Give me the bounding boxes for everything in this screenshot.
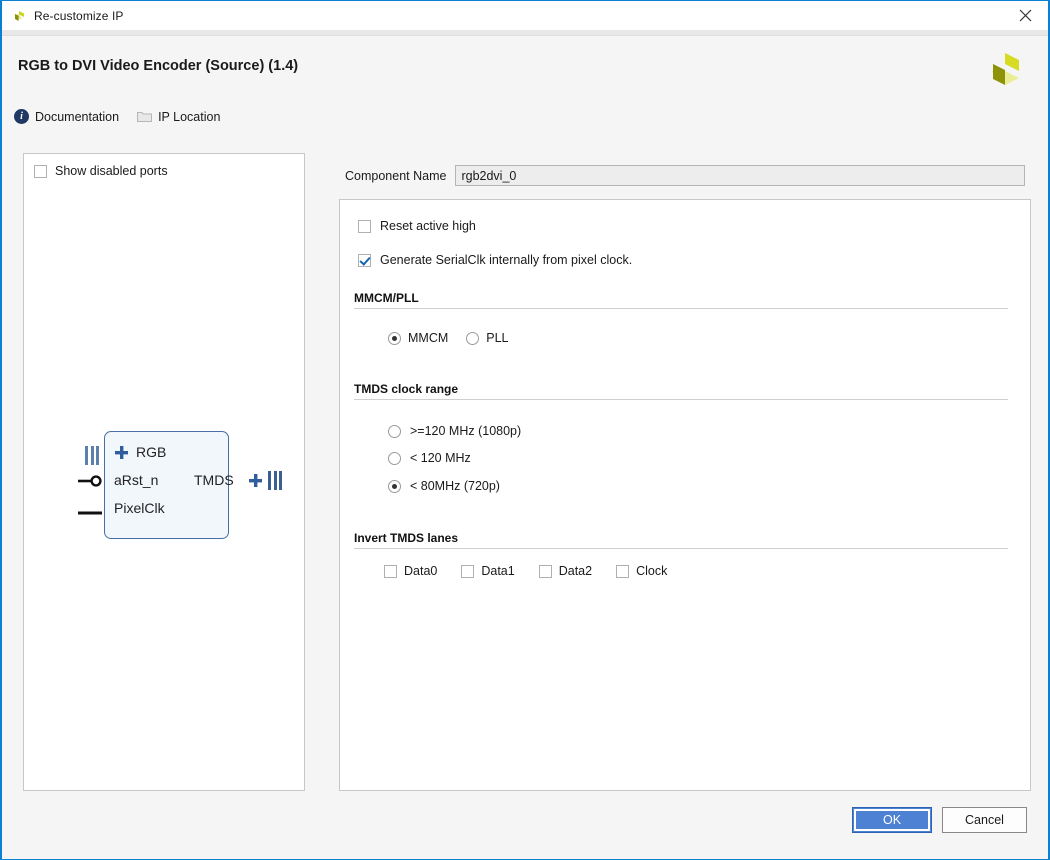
checkbox-data1-label: Data1 [481, 564, 515, 578]
header-links: i Documentation IP Location [14, 109, 220, 124]
title-bar-separator [2, 30, 1048, 36]
port-label-pixelclk: PixelClk [114, 500, 165, 516]
radio-tmds-under120-label: < 120 MHz [410, 451, 471, 465]
rgb-bus-marker [85, 446, 99, 465]
radio-tmds-1080p[interactable]: >=120 MHz (1080p) [388, 424, 521, 438]
documentation-link[interactable]: i Documentation [14, 109, 119, 124]
invert-tmds-lanes-section-header: Invert TMDS lanes [354, 531, 459, 545]
xilinx-small-icon [11, 8, 27, 24]
checkbox-data2-label: Data2 [558, 564, 593, 578]
show-disabled-ports-box[interactable] [34, 164, 47, 178]
pixelclk-marker [78, 503, 104, 521]
component-name-input[interactable] [455, 165, 1026, 186]
radio-tmds-1080p-label: >=120 MHz (1080p) [410, 424, 522, 438]
checkbox-data1-box[interactable] [461, 564, 475, 578]
checkbox-clock-label: Clock [636, 564, 668, 578]
radio-mmcm[interactable]: MMCM [388, 331, 448, 345]
arst-n-inverted-marker [78, 474, 106, 493]
re-customize-ip-dialog: Re-customize IP RGB to DVI Video Encoder… [0, 0, 1050, 860]
reset-active-high-box[interactable] [358, 219, 371, 233]
show-disabled-ports-checkbox[interactable]: Show disabled ports [34, 164, 168, 178]
xilinx-logo [981, 47, 1027, 93]
ok-button[interactable]: OK [852, 807, 932, 833]
component-name-label: Component Name [345, 168, 447, 183]
tmds-bus-marker [268, 471, 282, 490]
port-label-arst-n: aRst_n [114, 472, 159, 488]
title-bar: Re-customize IP [2, 1, 1048, 30]
checkbox-clock[interactable]: Clock [616, 564, 667, 578]
page-title: RGB to DVI Video Encoder (Source) (1.4) [18, 58, 299, 74]
radio-tmds-1080p-button[interactable] [388, 424, 401, 438]
tmds-expand-icon[interactable] [248, 473, 263, 488]
reset-active-high-label: Reset active high [380, 219, 476, 233]
mmcm-pll-section-rule [354, 308, 1008, 309]
radio-pll[interactable]: PLL [466, 331, 509, 345]
checkbox-data0-box[interactable] [384, 564, 397, 578]
port-label-rgb: RGB [136, 444, 167, 460]
radio-tmds-under120[interactable]: < 120 MHz [388, 451, 471, 465]
component-name-row: Component Name [345, 165, 1026, 186]
settings-panel: Reset active high Generate SerialClk int… [339, 199, 1031, 791]
mmcm-pll-radio-group: MMCM PLL [388, 331, 509, 345]
radio-tmds-720p-button[interactable] [388, 479, 401, 493]
ip-symbol-panel: Show disabled ports RGB aRst_n PixelClk … [23, 153, 305, 791]
folder-icon [137, 110, 153, 123]
generate-serialclk-box[interactable] [358, 253, 371, 267]
radio-pll-button[interactable] [466, 331, 480, 345]
tmds-clock-range-section-header: TMDS clock range [354, 382, 459, 396]
radio-mmcm-button[interactable] [388, 331, 401, 345]
radio-tmds-720p-label: < 80MHz (720p) [410, 479, 500, 493]
mmcm-pll-section-header: MMCM/PLL [354, 291, 419, 305]
checkbox-data1[interactable]: Data1 [461, 564, 515, 578]
generate-serialclk-label: Generate SerialClk internally from pixel… [380, 253, 633, 267]
checkbox-clock-box[interactable] [616, 564, 630, 578]
radio-mmcm-label: MMCM [408, 331, 449, 345]
radio-tmds-under120-button[interactable] [388, 451, 401, 465]
invert-tmds-lanes-group: Data0 Data1 Data2 Clock [384, 564, 667, 578]
checkbox-data0[interactable]: Data0 [384, 564, 437, 578]
checkbox-data0-label: Data0 [404, 564, 438, 578]
checkbox-data2-box[interactable] [538, 564, 552, 578]
close-icon[interactable] [1003, 1, 1048, 30]
rgb-expand-icon[interactable] [114, 445, 129, 460]
radio-tmds-720p[interactable]: < 80MHz (720p) [388, 479, 500, 493]
window-title: Re-customize IP [34, 8, 124, 23]
invert-tmds-lanes-section-rule [354, 548, 1008, 549]
tmds-clock-range-section-rule [354, 399, 1008, 400]
documentation-label: Documentation [35, 109, 120, 124]
ip-block-symbol: RGB aRst_n PixelClk TMDS [64, 426, 282, 546]
port-label-tmds: TMDS [194, 472, 234, 488]
generate-serialclk-checkbox[interactable]: Generate SerialClk internally from pixel… [358, 253, 632, 267]
show-disabled-ports-label: Show disabled ports [55, 164, 168, 178]
dialog-header: RGB to DVI Video Encoder (Source) (1.4) … [2, 37, 1048, 131]
reset-active-high-checkbox[interactable]: Reset active high [358, 219, 476, 233]
dialog-footer: OK Cancel [2, 797, 1048, 859]
radio-pll-label: PLL [486, 331, 509, 345]
checkbox-data2[interactable]: Data2 [538, 564, 593, 578]
info-icon: i [14, 109, 29, 124]
ip-location-link[interactable]: IP Location [137, 110, 220, 124]
ip-location-label: IP Location [158, 109, 221, 124]
cancel-button[interactable]: Cancel [942, 807, 1027, 833]
